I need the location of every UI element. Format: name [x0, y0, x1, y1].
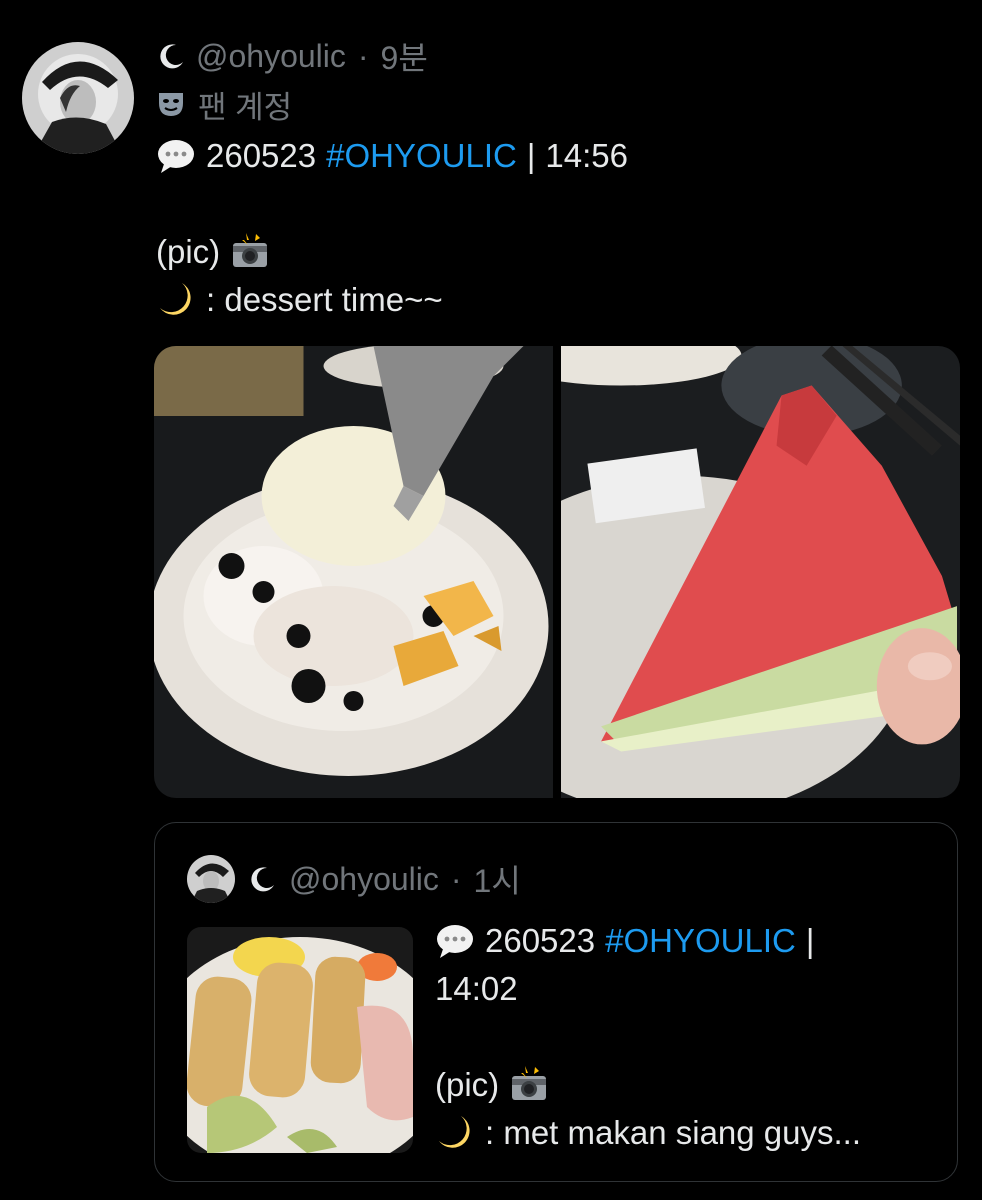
quote-time[interactable]: 1시: [474, 856, 521, 902]
hashtag-link[interactable]: #OHYOULIC: [326, 132, 517, 180]
camera-flash-icon: [512, 1066, 547, 1100]
user-handle[interactable]: @ohyoulic: [196, 38, 346, 75]
theater-mask-icon: [159, 93, 183, 116]
watermelon-photo[interactable]: [561, 346, 960, 798]
post-header: @ohyoulic · 9분: [156, 34, 428, 78]
quote-line-pic: (pic): [435, 1061, 935, 1109]
speech-bubble-icon: [158, 140, 194, 173]
quote-handle[interactable]: @ohyoulic: [289, 861, 439, 898]
divider: |: [805, 922, 815, 959]
crescent-moon-icon: [160, 283, 191, 315]
quoted-tweet[interactable]: @ohyoulic · 1시 260523 #OHYOULIC | 14:02 …: [154, 822, 958, 1182]
moon-icon: [251, 867, 274, 892]
crescent-moon-icon: [439, 1116, 470, 1148]
post-line-1: 260523 #OHYOULIC | 14:56: [156, 132, 956, 180]
quote-caption-line: : met makan siang guys...: [435, 1109, 935, 1157]
quote-line-1: 260523 #OHYOULIC |: [435, 917, 935, 965]
quote-line-2: 14:02: [435, 965, 935, 1013]
account-label: 팬 계정: [198, 89, 293, 125]
quote-avatar[interactable]: [187, 855, 235, 903]
quote-caption: : met makan siang guys...: [485, 1114, 862, 1151]
post-time[interactable]: 9분: [381, 33, 428, 79]
moon-icon: [160, 44, 183, 69]
quote-pic-label: (pic): [435, 1066, 500, 1103]
account-label-row: 팬 계정: [156, 82, 292, 126]
quote-header: @ohyoulic · 1시: [187, 855, 521, 903]
quote-thumbnail[interactable]: [187, 927, 413, 1153]
pic-label: (pic): [156, 233, 221, 270]
post-body: 260523 #OHYOULIC | 14:56 (pic) : dessert…: [156, 132, 956, 324]
ice-cream-photo[interactable]: [154, 346, 553, 798]
post-clock: 14:56: [545, 137, 629, 174]
avatar[interactable]: [22, 42, 134, 154]
divider: |: [526, 137, 536, 174]
quote-clock: 14:02: [435, 970, 518, 1007]
quote-body: 260523 #OHYOULIC | 14:02 (pic): met mak…: [435, 917, 935, 1157]
post-caption: : dessert time~~: [206, 281, 443, 318]
separator: ·: [450, 860, 462, 897]
camera-flash-icon: [233, 233, 268, 267]
post-line-pic: (pic): [156, 228, 956, 276]
speech-bubble-icon: [437, 925, 473, 958]
date-code: 260523: [206, 137, 317, 174]
tweet[interactable]: @ohyoulic · 9분 팬 계정 260523 #OHYOULIC | 1…: [0, 0, 982, 1200]
separator: ·: [357, 37, 369, 74]
post-caption-line: : dessert time~~: [156, 276, 956, 324]
quote-hashtag-link[interactable]: #OHYOULIC: [605, 917, 796, 965]
media-grid[interactable]: [154, 346, 960, 798]
quote-date-code: 260523: [485, 922, 596, 959]
